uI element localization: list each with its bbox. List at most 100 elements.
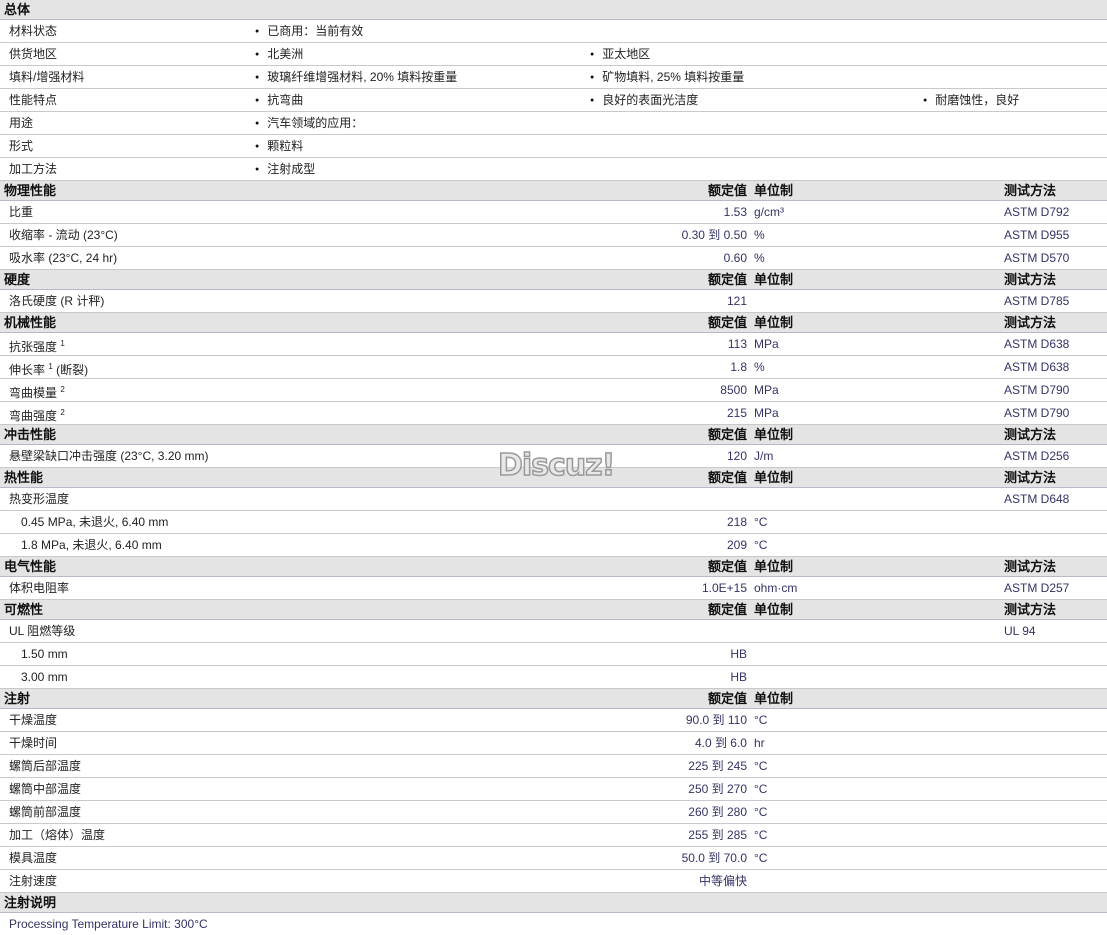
property-unit: g/cm³ — [754, 205, 784, 219]
general-row: 加工方法 注射成型 — [0, 158, 1107, 181]
section-title: 可燃性 — [4, 602, 44, 617]
property-row: 螺筒中部温度 250 到 270 °C — [0, 778, 1107, 801]
section-header: 注射 额定值 单位制 — [0, 689, 1107, 709]
property-label: 热变形温度 — [9, 488, 69, 510]
property-label: 伸长率 1 (断裂) — [9, 356, 88, 381]
general-row: 用途 汽车领域的应用： — [0, 112, 1107, 135]
test-method: ASTM D638 — [1004, 337, 1070, 351]
row-label: 材料状态 — [9, 24, 58, 38]
bullet-item: 耐磨蚀性，良好 — [923, 89, 1019, 112]
section-title: 总体 — [4, 2, 31, 17]
footnote-ref: 2 — [60, 385, 65, 394]
test-method: UL 94 — [1004, 624, 1036, 638]
property-row: 1.8 MPa, 未退火, 6.40 mm 209 °C — [0, 534, 1107, 557]
column-header-method: 测试方法 — [1004, 470, 1057, 485]
row-label: 性能特点 — [9, 93, 58, 107]
footnote-ref: 1 — [60, 339, 65, 348]
property-unit: % — [754, 251, 765, 265]
property-unit: °C — [754, 851, 768, 865]
property-label: 1.8 MPa, 未退火, 6.40 mm — [21, 534, 162, 556]
property-label: 模具温度 — [9, 847, 57, 869]
property-label: UL 阻燃等级 — [9, 620, 75, 642]
property-row: UL 阻燃等级 UL 94 — [0, 620, 1107, 643]
notes-row: Processing Temperature Limit: 300°C — [0, 913, 1107, 935]
property-value: 90.0 到 110 — [685, 713, 747, 727]
property-label: 螺筒后部温度 — [9, 755, 81, 777]
column-header-value: 额定值 — [707, 470, 747, 485]
general-row: 性能特点 抗弯曲 良好的表面光洁度 耐磨蚀性，良好 — [0, 89, 1107, 112]
property-label: 螺筒前部温度 — [9, 801, 81, 823]
property-value: 1.0E+15 — [701, 581, 747, 595]
property-label: 收缩率 - 流动 (23°C) — [9, 224, 118, 246]
bullet-item: 注射成型 — [255, 158, 315, 181]
label-text: 1.50 mm — [21, 647, 68, 661]
property-row: 0.45 MPa, 未退火, 6.40 mm 218 °C — [0, 511, 1107, 534]
section-title: 注射 — [4, 691, 31, 706]
property-label: 洛氏硬度 (R 计秤) — [9, 290, 104, 312]
property-value: 225 到 245 — [688, 759, 747, 773]
property-label: 注射速度 — [9, 870, 57, 892]
property-value: 209 — [726, 538, 747, 552]
section-title: 注射说明 — [4, 895, 57, 910]
property-row: 干燥温度 90.0 到 110 °C — [0, 709, 1107, 732]
column-header-unit: 单位制 — [754, 559, 794, 574]
property-row: 1.50 mm HB — [0, 643, 1107, 666]
property-label: 1.50 mm — [21, 643, 68, 665]
label-text: 0.45 MPa, 未退火, 6.40 mm — [21, 515, 169, 529]
property-unit: °C — [754, 713, 768, 727]
property-row: 弯曲强度 2 215 MPa ASTM D790 — [0, 402, 1107, 425]
column-header-value: 额定值 — [707, 315, 747, 330]
bullet-item: 亚太地区 — [590, 43, 650, 66]
property-unit: °C — [754, 515, 768, 529]
property-label: 加工（熔体）温度 — [9, 824, 105, 846]
property-value: 50.0 到 70.0 — [681, 851, 747, 865]
general-row: 填料/增强材料 玻璃纤维增强材料, 20% 填料按重量 矿物填料, 25% 填料按重… — [0, 66, 1107, 89]
label-text: 悬壁梁缺口冲击强度 (23°C, 3.20 mm) — [9, 449, 209, 463]
column-header-method: 测试方法 — [1004, 559, 1057, 574]
property-label: 弯曲强度 2 — [9, 402, 65, 427]
section-title: 热性能 — [4, 470, 44, 485]
property-label: 悬壁梁缺口冲击强度 (23°C, 3.20 mm) — [9, 445, 209, 467]
property-value: 255 到 285 — [688, 828, 747, 842]
column-header-method: 测试方法 — [1004, 427, 1057, 442]
row-label: 供货地区 — [9, 47, 58, 61]
property-label: 弯曲模量 2 — [9, 379, 65, 404]
label-text: 伸长率 — [9, 363, 46, 377]
test-method: ASTM D256 — [1004, 449, 1070, 463]
footnote-ref: 1 — [48, 362, 53, 371]
test-method: ASTM D570 — [1004, 251, 1070, 265]
row-label: 形式 — [9, 139, 34, 153]
label-text: 1.8 MPa, 未退火, 6.40 mm — [21, 538, 162, 552]
label-text: 3.00 mm — [21, 670, 68, 684]
bullet-item: 抗弯曲 — [255, 89, 303, 112]
label-text: 干燥时间 — [9, 736, 58, 750]
property-row: 吸水率 (23°C, 24 hr) 0.60% ASTM D570 — [0, 247, 1107, 270]
property-value: 4.0 到 6.0 — [694, 736, 747, 750]
column-header-unit: 单位制 — [754, 602, 794, 617]
property-unit: °C — [754, 782, 768, 796]
label-text: 弯曲模量 — [9, 386, 58, 400]
property-row: 加工（熔体）温度 255 到 285 °C — [0, 824, 1107, 847]
label-text: 热变形温度 — [9, 492, 70, 506]
property-unit: % — [754, 360, 765, 374]
section-title: 机械性能 — [4, 315, 57, 330]
property-label: 抗张强度 1 — [9, 333, 65, 358]
watermark: Discuz! — [497, 447, 616, 484]
property-unit: °C — [754, 538, 768, 552]
section-header: 冲击性能 额定值 单位制 测试方法 — [0, 425, 1107, 445]
section-title: 冲击性能 — [4, 427, 57, 442]
section-header: 硬度 额定值 单位制 测试方法 — [0, 270, 1107, 290]
label-text: 抗张强度 — [9, 340, 58, 354]
column-header-method: 测试方法 — [1004, 272, 1057, 287]
property-unit: MPa — [754, 383, 779, 397]
property-row: 模具温度 50.0 到 70.0 °C — [0, 847, 1107, 870]
bullet-item: 玻璃纤维增强材料, 20% 填料按重量 — [255, 66, 457, 89]
test-method: ASTM D648 — [1004, 492, 1070, 506]
test-method: ASTM D790 — [1004, 383, 1070, 397]
property-unit: MPa — [754, 406, 779, 420]
section-header: 机械性能 额定值 单位制 测试方法 — [0, 313, 1107, 333]
column-header-value: 额定值 — [707, 559, 747, 574]
property-value: 121 — [726, 294, 747, 308]
label-text: 干燥温度 — [9, 713, 58, 727]
property-value: 250 到 270 — [688, 782, 747, 796]
